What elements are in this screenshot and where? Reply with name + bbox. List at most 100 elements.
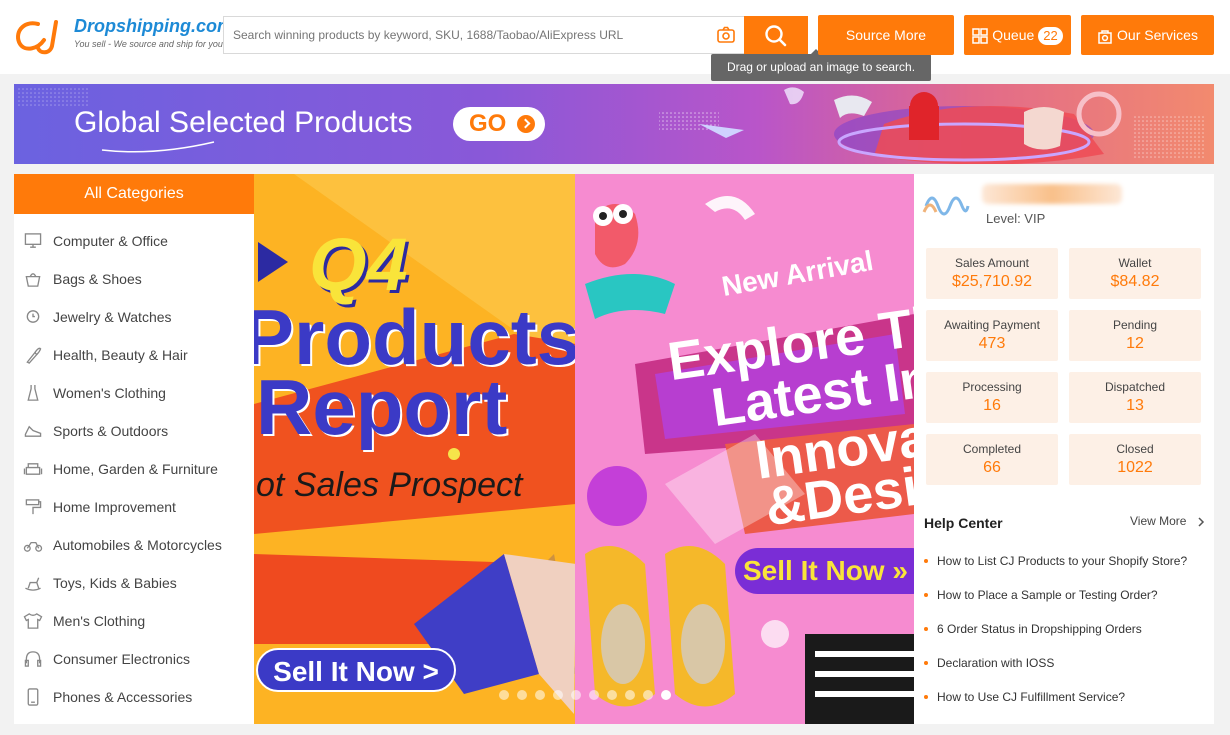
search-button[interactable]: [744, 16, 808, 54]
category-item[interactable]: Bags & Shoes: [14, 260, 254, 298]
category-item[interactable]: Women's Clothing: [14, 374, 254, 412]
category-item[interactable]: Toys, Kids & Babies: [14, 564, 254, 602]
carousel-dots: [493, 690, 683, 702]
category-item[interactable]: Phones & Accessories: [14, 678, 254, 716]
category-label: Women's Clothing: [53, 385, 166, 401]
carousel-dot[interactable]: [643, 690, 653, 700]
category-label: Toys, Kids & Babies: [53, 575, 177, 591]
help-link[interactable]: How to List CJ Products to your Shopify …: [924, 554, 1187, 568]
help-link[interactable]: How to Place a Sample or Testing Order?: [924, 588, 1158, 602]
stat-card[interactable]: Pending 12: [1069, 310, 1201, 361]
carousel-dot[interactable]: [661, 690, 671, 700]
stat-card[interactable]: Awaiting Payment 473: [926, 310, 1058, 361]
queue-icon: [972, 28, 988, 45]
carousel-dot[interactable]: [625, 690, 635, 700]
help-link[interactable]: 6 Order Status in Dropshipping Orders: [924, 622, 1142, 636]
stat-label: Closed: [1116, 442, 1154, 456]
source-more-button[interactable]: Source More: [818, 15, 954, 55]
carousel-dot[interactable]: [571, 690, 581, 700]
stat-card[interactable]: Completed 66: [926, 434, 1058, 485]
category-item[interactable]: Jewelry & Watches: [14, 298, 254, 336]
chevron-right-icon: [1198, 517, 1204, 527]
stat-card[interactable]: Processing 16: [926, 372, 1058, 423]
all-categories-header[interactable]: All Categories: [14, 174, 254, 214]
queue-count-badge: 22: [1038, 27, 1063, 46]
stat-label: Processing: [962, 380, 1022, 394]
banner-go-label: GO: [469, 110, 507, 137]
stat-value: 12: [1126, 335, 1144, 352]
hero-slide-q4-report[interactable]: Q4 Products Report ot Sales Prospect Sel…: [254, 174, 576, 724]
dress-icon: [27, 384, 39, 401]
category-item[interactable]: Home, Garden & Furniture: [14, 450, 254, 488]
category-item[interactable]: Health, Beauty & Hair: [14, 336, 254, 374]
paint-roller-icon: [25, 499, 42, 515]
category-menu: All Categories Computer & Office Bags & S…: [14, 174, 254, 724]
carousel-dot[interactable]: [607, 690, 617, 700]
services-icon: [1098, 30, 1112, 45]
account-level: Level: VIP: [986, 211, 1046, 226]
category-item[interactable]: Sports & Outdoors: [14, 412, 254, 450]
category-item[interactable]: Men's Clothing: [14, 602, 254, 640]
stat-card[interactable]: Closed 1022: [1069, 434, 1201, 485]
category-label: Men's Clothing: [53, 613, 146, 629]
view-more-label: View More: [1130, 514, 1187, 528]
category-label: Jewelry & Watches: [53, 309, 172, 325]
monitor-icon: [24, 233, 42, 248]
account-panel: Level: VIP Sales Amount $25,710.92 Wallet $…: [914, 174, 1214, 724]
stat-value: $84.82: [1110, 273, 1160, 290]
our-services-button[interactable]: Our Services: [1081, 15, 1214, 55]
hero-carousel[interactable]: Q4 Products Report ot Sales Prospect Sel…: [254, 174, 914, 724]
rocking-horse-icon: [25, 577, 41, 591]
stat-label: Pending: [1112, 318, 1158, 332]
stat-value: 13: [1126, 397, 1144, 414]
search-box: [223, 16, 745, 54]
avatar[interactable]: [922, 186, 970, 226]
carousel-dot[interactable]: [535, 690, 545, 700]
help-link[interactable]: How to Use CJ Fulfillment Service?: [924, 690, 1125, 704]
camera-icon[interactable]: [716, 26, 736, 44]
help-center-title: Help Center: [924, 515, 1003, 531]
image-search-tooltip: Drag or upload an image to search.: [711, 49, 931, 81]
category-item[interactable]: Automobiles & Motorcycles: [14, 526, 254, 564]
category-item[interactable]: Consumer Electronics: [14, 640, 254, 678]
category-label: Computer & Office: [53, 233, 168, 249]
hero-slide-new-arrival[interactable]: New Arrival Explore Th Latest In Innova …: [575, 174, 914, 724]
category-label: Health, Beauty & Hair: [53, 347, 188, 363]
banner-go-button[interactable]: GO: [453, 107, 545, 141]
stat-card[interactable]: Wallet $84.82: [1069, 248, 1201, 299]
stat-value: 16: [983, 397, 1001, 414]
cj-logo-icon: [16, 20, 58, 55]
category-label: Phones & Accessories: [53, 689, 193, 705]
stat-card[interactable]: Sales Amount $25,710.92: [926, 248, 1058, 299]
watch-icon: [26, 310, 40, 323]
carousel-dot[interactable]: [499, 690, 509, 700]
stat-value: 1022: [1117, 459, 1153, 476]
help-link[interactable]: Declaration with IOSS: [924, 656, 1054, 670]
site-logo[interactable]: Dropshipping.com You sell - We source an…: [12, 14, 233, 58]
carousel-dot[interactable]: [589, 690, 599, 700]
category-item[interactable]: Computer & Office: [14, 222, 254, 260]
search-input[interactable]: [224, 17, 704, 53]
stat-value: 66: [983, 459, 1001, 476]
category-item[interactable]: Home Improvement: [14, 488, 254, 526]
carousel-dot[interactable]: [553, 690, 563, 700]
tshirt-icon: [23, 613, 43, 629]
top-bar: Dropshipping.com You sell - We source an…: [0, 0, 1230, 81]
q4-title-line2: Report: [256, 363, 508, 451]
view-more-link[interactable]: View More: [1130, 514, 1206, 528]
stat-label: Completed: [962, 442, 1022, 456]
category-label: Consumer Electronics: [53, 651, 190, 667]
stat-card[interactable]: Dispatched 13: [1069, 372, 1201, 423]
category-label: Home Improvement: [53, 499, 176, 515]
carousel-dot[interactable]: [517, 690, 527, 700]
new-arrival-sell-it-now-button[interactable]: Sell It Now »: [735, 548, 914, 594]
sofa-icon: [23, 463, 43, 475]
bag-icon: [25, 273, 41, 287]
queue-button[interactable]: Queue 22: [964, 15, 1071, 55]
global-selected-banner[interactable]: Global Selected Products GO: [14, 84, 1214, 164]
phone-icon: [27, 688, 39, 706]
category-label: Bags & Shoes: [53, 271, 142, 287]
q4-subtitle: ot Sales Prospect: [256, 466, 523, 504]
motorcycle-icon: [23, 541, 43, 552]
q4-sell-it-now-button[interactable]: Sell It Now >: [256, 648, 456, 692]
